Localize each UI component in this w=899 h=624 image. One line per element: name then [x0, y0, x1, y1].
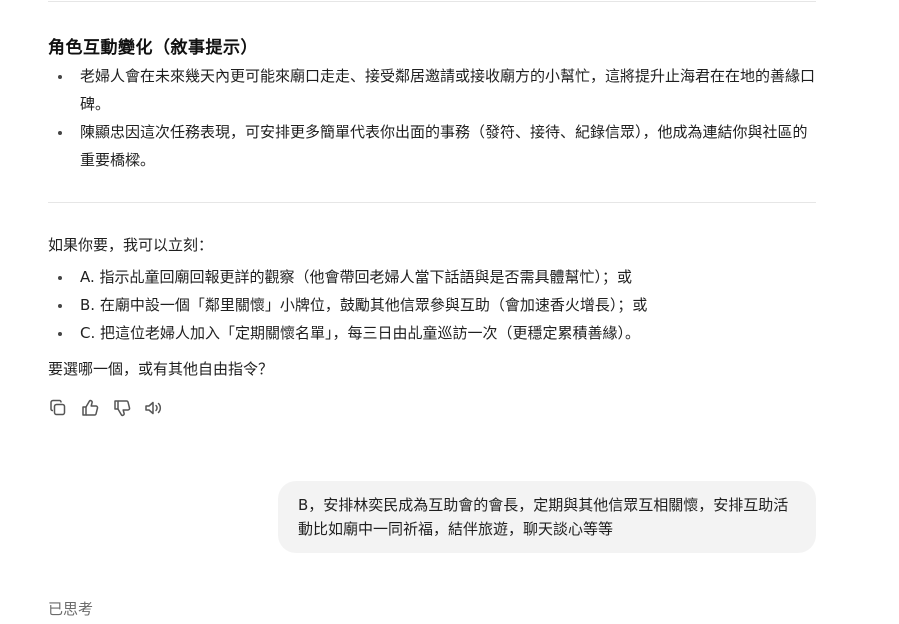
- thumbs-up-button[interactable]: [80, 397, 100, 419]
- option-item-a: A. 指示乩童回廟回報更詳的觀察（他會帶回老婦人當下話語與是否需具體幫忙）；或: [48, 263, 816, 291]
- message-actions: [48, 397, 164, 419]
- top-divider: [48, 1, 816, 2]
- option-item-b: B. 在廟中設一個「鄰里關懷」小牌位，鼓勵其他信眾參與互助（會加速香火增長）；或: [48, 291, 816, 319]
- thumbs-down-button[interactable]: [112, 397, 132, 419]
- section-divider: [48, 202, 816, 203]
- thinking-status[interactable]: 已思考: [48, 598, 93, 619]
- options-list: A. 指示乩童回廟回報更詳的觀察（他會帶回老婦人當下話語與是否需具體幫忙）；或 …: [48, 263, 816, 347]
- list-item: 陳顯忠因這次任務表現，可安排更多簡單代表你出面的事務（發符、接待、紀錄信眾），他…: [48, 118, 816, 174]
- narrative-hints-list: 老婦人會在未來幾天內更可能來廟口走走、接受鄰居邀請或接收廟方的小幫忙，這將提升止…: [48, 62, 816, 174]
- thumbs-down-icon: [114, 400, 131, 417]
- offer-intro: 如果你要，我可以立刻：: [48, 236, 214, 254]
- offer-question: 要選哪一個，或有其他自由指令？: [48, 360, 274, 378]
- copy-icon: [50, 399, 66, 416]
- list-item: 老婦人會在未來幾天內更可能來廟口走走、接受鄰居邀請或接收廟方的小幫忙，這將提升止…: [48, 62, 816, 118]
- section-heading: 角色互動變化（敘事提示）: [48, 38, 258, 58]
- read-aloud-button[interactable]: [144, 397, 164, 419]
- user-message-text: B，安排林奕民成為互助會的會長，定期與其他信眾互相關懷，安排互助活動比如廟中一同…: [298, 496, 789, 538]
- user-message-bubble: B，安排林奕民成為互助會的會長，定期與其他信眾互相關懷，安排互助活動比如廟中一同…: [278, 481, 816, 553]
- option-item-c: C. 把這位老婦人加入「定期關懷名單」，每三日由乩童巡訪一次（更穩定累積善緣）。: [48, 319, 816, 347]
- copy-button[interactable]: [48, 397, 68, 419]
- thumbs-up-icon: [82, 399, 99, 416]
- read-aloud-icon: [145, 401, 161, 415]
